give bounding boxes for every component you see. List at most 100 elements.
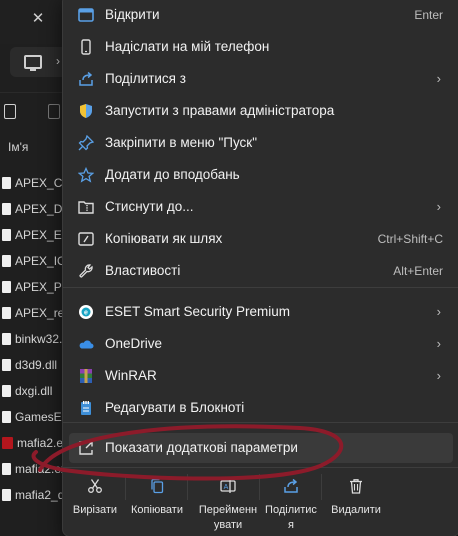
- file-name: APEX_rel: [15, 306, 68, 320]
- menu-item-label: WinRAR: [105, 368, 157, 383]
- menu-item[interactable]: Відкрити Enter: [69, 0, 453, 30]
- menu-item-label: Запустити з правами адміністратора: [105, 103, 335, 118]
- star-icon: [78, 167, 94, 183]
- close-tab-icon[interactable]: ✕: [29, 10, 47, 28]
- menu-item[interactable]: e ESET Smart Security Premium ›: [69, 297, 453, 327]
- file-icon: [2, 229, 11, 241]
- file-icon: [2, 385, 11, 397]
- command-label-line: Поділитис: [265, 504, 317, 516]
- app-file-icon: [2, 437, 13, 449]
- shield-icon: [78, 103, 94, 119]
- command-label-line: увати: [213, 519, 243, 531]
- file-icon: [2, 177, 11, 189]
- winrar-icon: [78, 368, 94, 384]
- context-menu: Відкрити Enter Надіслати на мій телефон Под…: [62, 0, 458, 536]
- file-name: binkw32.: [15, 332, 63, 346]
- file-icon: [2, 411, 11, 423]
- copy-icon[interactable]: [4, 104, 16, 119]
- menu-item[interactable]: OneDrive ›: [69, 329, 453, 359]
- command-label-line: я: [288, 519, 294, 531]
- submenu-chevron-icon: ›: [436, 71, 441, 86]
- menu-item-label: Властивості: [105, 263, 181, 278]
- scissors-icon: [87, 478, 103, 494]
- command-separator: [187, 474, 188, 500]
- menu-item[interactable]: WinRAR ›: [69, 361, 453, 391]
- more-options-icon: [78, 440, 94, 456]
- menu-item[interactable]: Надіслати на мій телефон: [69, 32, 453, 62]
- copy-path-icon: [78, 231, 94, 247]
- command-button[interactable]: A Перейменн увати: [197, 468, 259, 534]
- copy-icon: [149, 478, 165, 494]
- file-icon: [2, 359, 11, 371]
- command-button[interactable]: Поділитис я: [261, 468, 321, 534]
- eset-icon: e: [78, 304, 94, 320]
- svg-text:e: e: [84, 310, 88, 317]
- file-name: mafia2_d: [15, 488, 65, 502]
- command-separator: [125, 474, 126, 500]
- file-name: GamesEx: [15, 410, 68, 424]
- menu-item-label: ESET Smart Security Premium: [105, 304, 291, 319]
- trash-icon: [348, 478, 364, 494]
- menu-item-label: Стиснути до...: [105, 199, 194, 214]
- menu-item[interactable]: Показати додаткові параметри: [69, 433, 453, 463]
- menu-item[interactable]: Стиснути до... ›: [69, 192, 453, 222]
- column-header-name[interactable]: Ім'я: [8, 140, 28, 154]
- menu-item[interactable]: Поділитися з ›: [69, 64, 453, 94]
- submenu-chevron-icon: ›: [436, 368, 441, 383]
- command-separator: [321, 474, 322, 500]
- file-name: APEX_Pa: [15, 280, 69, 294]
- open-window-icon: [78, 7, 94, 23]
- menu-item-shortcut: Ctrl+Shift+C: [377, 232, 443, 246]
- file-name: mafia2.ex: [15, 462, 68, 476]
- onedrive-icon: [78, 336, 94, 352]
- command-button[interactable]: Копіювати: [127, 468, 187, 534]
- chevron-right-icon[interactable]: ›: [56, 54, 60, 68]
- file-icon: [2, 255, 11, 267]
- command-separator: [259, 474, 260, 500]
- menu-item-label: Надіслати на мій телефон: [105, 39, 270, 54]
- file-icon: [2, 307, 11, 319]
- menu-item[interactable]: Редагувати в Блокноті: [69, 393, 453, 423]
- file-icon: [2, 333, 11, 345]
- file-icon: [2, 463, 11, 475]
- menu-item-label: Відкрити: [105, 7, 160, 22]
- menu-item[interactable]: Додати до вподобань: [69, 160, 453, 190]
- wrench-icon: [78, 263, 94, 279]
- menu-item-label: Копіювати як шлях: [105, 231, 223, 246]
- menu-item[interactable]: Властивості Alt+Enter: [69, 256, 453, 286]
- menu-item[interactable]: Закріпити в меню "Пуск": [69, 128, 453, 158]
- file-name: d3d9.dll: [15, 358, 58, 372]
- rename-icon: A: [220, 478, 236, 494]
- menu-item-label: OneDrive: [105, 336, 163, 351]
- svg-text:A: A: [224, 484, 229, 491]
- paste-icon[interactable]: [48, 104, 60, 119]
- notepad-icon: [78, 400, 94, 416]
- file-name: APEX_De: [15, 202, 70, 216]
- menu-separator: [63, 287, 458, 288]
- command-button[interactable]: Вирізати: [65, 468, 125, 534]
- file-icon: [2, 281, 11, 293]
- menu-item-label: Показати додаткові параметри: [105, 440, 298, 455]
- command-button[interactable]: Видалити: [325, 468, 387, 534]
- menu-item-shortcut: Alt+Enter: [393, 264, 443, 278]
- command-label: Видалити: [331, 504, 381, 516]
- menu-item-shortcut: Enter: [414, 8, 443, 22]
- menu-item[interactable]: Копіювати як шлях Ctrl+Shift+C: [69, 224, 453, 254]
- command-label: Перейменн увати: [197, 503, 259, 533]
- submenu-chevron-icon: ›: [436, 304, 441, 319]
- menu-item-label: Додати до вподобань: [105, 167, 240, 182]
- command-label-line: Перейменн: [198, 504, 258, 516]
- command-label: Вирізати: [72, 504, 118, 516]
- phone-icon: [78, 39, 94, 55]
- screen: ✕ › Ім'я APEX_Clo APEX_De APEX_Em APEX_IOI A…: [0, 0, 458, 536]
- file-icon: [2, 489, 11, 501]
- share-icon: [78, 71, 94, 87]
- submenu-chevron-icon: ›: [436, 336, 441, 351]
- menu-separator: [63, 422, 458, 423]
- submenu-chevron-icon: ›: [436, 199, 441, 214]
- menu-item[interactable]: Запустити з правами адміністратора: [69, 96, 453, 126]
- menu-item-label: Редагувати в Блокноті: [105, 400, 245, 415]
- zip-folder-icon: [78, 199, 94, 215]
- menu-item-label: Закріпити в меню "Пуск": [105, 135, 257, 150]
- command-label: Поділитис я: [261, 503, 321, 533]
